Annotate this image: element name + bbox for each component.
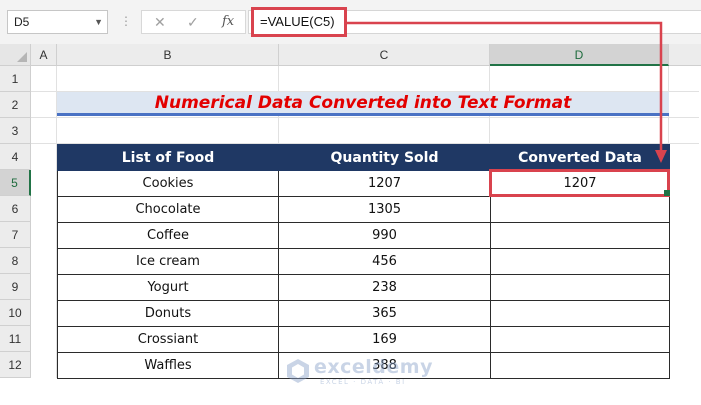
row-header-6[interactable]: 6 (0, 196, 31, 222)
table-row: Chocolate 1305 (57, 196, 670, 223)
fill-handle[interactable] (664, 190, 670, 196)
column-header-e[interactable] (669, 44, 701, 66)
header-converted-data[interactable]: Converted Data (490, 144, 670, 171)
formula-bar: D5 ▼ ⋮ ✕ ✓ fx =VALUE(C5) (0, 0, 701, 44)
table-row: Crossiant 169 (57, 326, 670, 353)
cell-food[interactable]: Coffee (57, 222, 279, 249)
column-header-a[interactable]: A (31, 44, 57, 66)
cell-food[interactable]: Crossiant (57, 326, 279, 353)
watermark-name: exceldemy (314, 356, 433, 378)
column-header-c[interactable]: C (279, 44, 490, 66)
cell-converted[interactable] (490, 248, 670, 275)
select-all-icon (17, 52, 27, 62)
gridline (31, 117, 699, 118)
cell-converted[interactable] (490, 300, 670, 327)
row-header-7[interactable]: 7 (0, 222, 31, 248)
select-all-button[interactable] (0, 44, 31, 66)
cell-food[interactable]: Cookies (57, 170, 279, 197)
row-header-12[interactable]: 12 (0, 352, 31, 378)
column-header-d[interactable]: D (490, 44, 669, 66)
header-quantity-sold[interactable]: Quantity Sold (278, 144, 491, 171)
watermark-tagline: EXCEL · DATA · BI (320, 378, 406, 386)
table-row: Yogurt 238 (57, 274, 670, 301)
table-row: Coffee 990 (57, 222, 670, 249)
cell-quantity[interactable]: 169 (278, 326, 491, 353)
table-row: Ice cream 456 (57, 248, 670, 275)
row-header-2[interactable]: 2 (0, 92, 31, 118)
row-header-5[interactable]: 5 (0, 170, 31, 196)
cell-converted[interactable] (490, 222, 670, 249)
cell-food[interactable]: Donuts (57, 300, 279, 327)
drag-handle-icon[interactable]: ⋮ (120, 14, 132, 28)
cell-converted[interactable] (490, 352, 670, 379)
insert-function-icon[interactable]: fx (222, 11, 234, 33)
cell-converted[interactable] (490, 274, 670, 301)
watermark: exceldemy EXCEL · DATA · BI (286, 356, 432, 390)
header-list-of-food[interactable]: List of Food (57, 144, 279, 171)
name-box-value: D5 (14, 15, 30, 29)
row-header-9[interactable]: 9 (0, 274, 31, 300)
cell-food[interactable]: Ice cream (57, 248, 279, 275)
enter-icon[interactable]: ✓ (187, 11, 199, 33)
cell-food[interactable]: Waffles (57, 352, 279, 379)
exceldemy-logo-icon (287, 359, 309, 383)
cell-food[interactable]: Chocolate (57, 196, 279, 223)
cell-quantity[interactable]: 238 (278, 274, 491, 301)
cancel-icon[interactable]: ✕ (154, 11, 166, 33)
table-header-row: List of Food Quantity Sold Converted Dat… (57, 144, 670, 171)
food-table: List of Food Quantity Sold Converted Dat… (57, 144, 670, 379)
sheet-title[interactable]: Numerical Data Converted into Text Forma… (57, 92, 669, 116)
formula-text[interactable]: =VALUE(C5) (251, 7, 347, 37)
cell-food[interactable]: Yogurt (57, 274, 279, 301)
formula-input[interactable]: =VALUE(C5) (248, 7, 701, 37)
cell-quantity[interactable]: 1207 (278, 170, 491, 197)
cell-quantity[interactable]: 990 (278, 222, 491, 249)
formula-buttons: ✕ ✓ fx (141, 10, 246, 34)
cell-converted[interactable] (490, 326, 670, 353)
table-row: Cookies 1207 1207 (57, 170, 670, 197)
table-row: Donuts 365 (57, 300, 670, 327)
name-box[interactable]: D5 ▼ (7, 10, 108, 34)
cell-quantity[interactable]: 1305 (278, 196, 491, 223)
chevron-down-icon[interactable]: ▼ (94, 11, 103, 33)
cell-converted[interactable]: 1207 (490, 170, 670, 197)
row-header-8[interactable]: 8 (0, 248, 31, 274)
row-header-10[interactable]: 10 (0, 300, 31, 326)
row-header-1[interactable]: 1 (0, 66, 31, 92)
cell-converted[interactable] (490, 196, 670, 223)
cell-quantity[interactable]: 365 (278, 300, 491, 327)
row-header-3[interactable]: 3 (0, 118, 31, 144)
row-header-11[interactable]: 11 (0, 326, 31, 352)
column-header-b[interactable]: B (57, 44, 279, 66)
cell-quantity[interactable]: 456 (278, 248, 491, 275)
row-header-4[interactable]: 4 (0, 144, 31, 170)
